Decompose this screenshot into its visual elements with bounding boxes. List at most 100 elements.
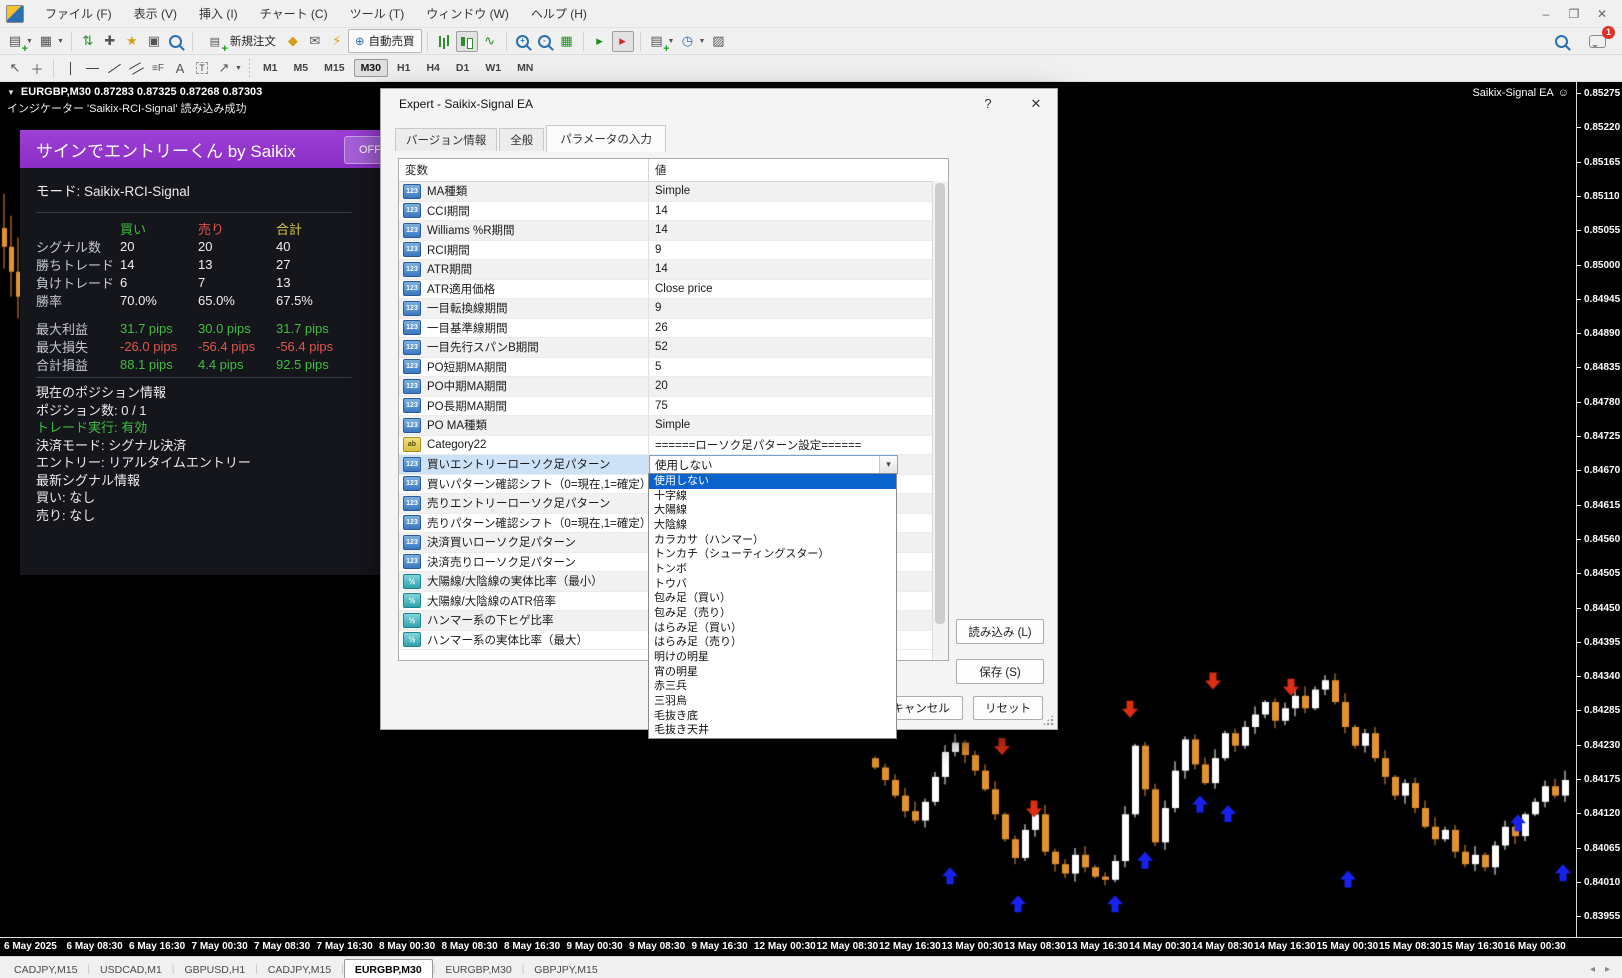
search-icon[interactable] [1551,32,1571,51]
text-tool-icon[interactable]: A [170,59,190,78]
arrows-tool-icon[interactable]: ↗ [214,59,234,78]
parameter-name-cell[interactable]: 123PO MA種類 [399,416,649,435]
timeframe-button-d1[interactable]: D1 [449,59,476,77]
parameter-row[interactable]: 123MA種類Simple [399,182,948,202]
parameter-row[interactable]: 123PO長期MA期間75 [399,397,948,417]
cursor-tool-icon[interactable]: ↖ [5,59,25,78]
candlestick-chart-icon[interactable] [456,31,478,52]
parameter-value-cell[interactable]: 9 [649,241,948,260]
dialog-close-button[interactable]: ✕ [1025,96,1047,112]
chart-shift-icon[interactable]: ▸ [612,31,634,52]
time-axis[interactable]: 6 May 20256 May 08:306 May 16:307 May 00… [0,938,1622,956]
dialog-help-button[interactable]: ? [977,96,999,111]
parameter-name-cell[interactable]: 123PO長期MA期間 [399,397,649,416]
scrollbar-thumb[interactable] [935,183,945,624]
parameter-name-cell[interactable]: abCategory22 [399,436,649,455]
minimize-button[interactable]: – [1532,5,1560,23]
metaeditor-icon[interactable]: ◆ [283,32,303,51]
timeframe-button-m1[interactable]: M1 [256,59,285,77]
dropdown-item[interactable]: 明けの明星 [649,650,896,665]
parameter-row[interactable]: 123ATR期間14 [399,260,948,280]
profiles-icon[interactable]: ▦ [36,32,56,51]
menu-item[interactable]: ツール (T) [339,1,416,26]
market-watch-icon[interactable]: ⇅ [78,32,98,51]
dropdown-item[interactable]: 三羽烏 [649,694,896,709]
dropdown-item[interactable]: 大陽線 [649,503,896,518]
parameter-value-cell[interactable]: 14 [649,202,948,221]
line-chart-icon[interactable]: ∿ [480,32,500,51]
dropdown-item[interactable]: カラカサ（ハンマー） [649,533,896,548]
trendline-tool-icon[interactable] [104,59,124,78]
parameter-name-cell[interactable]: 123一目先行スパンB期間 [399,338,649,357]
crosshair-tool-icon[interactable]: ＋ [27,59,47,78]
signals-icon[interactable]: ⚡ [327,32,347,51]
parameter-value-cell[interactable]: 20 [649,377,948,396]
parameter-value-cell[interactable]: Close price [649,280,948,299]
dropdown-item[interactable]: 毛抜き天井 [649,723,896,738]
chart-tab-gbpusd-h1[interactable]: GBPUSD,H1 [174,960,255,978]
ea-smiley-icon[interactable]: ☺ [1558,87,1569,99]
dropdown-item[interactable]: 使用しない [649,474,896,489]
panel-off-button[interactable]: OFF [344,136,380,164]
arrows-caret-icon[interactable]: ▼ [235,65,242,72]
parameter-name-cell[interactable]: 123CCI期間 [399,202,649,221]
parameter-value-cell[interactable]: 14 [649,221,948,240]
parameter-row[interactable]: 123一目基準線期間26 [399,319,948,339]
auto-scroll-icon[interactable]: ▸ [590,32,610,51]
dropdown-item[interactable]: 包み足（買い） [649,591,896,606]
autotrading-button[interactable]: ⊕ 自動売買 [348,29,422,53]
close-button[interactable]: ✕ [1588,5,1616,23]
chart-tab-eurgbp-m30[interactable]: EURGBP,M30 [435,960,521,978]
chart-tab-gbpjpy-m15[interactable]: GBPJPY,M15 [524,960,607,978]
parameter-row[interactable]: 123ATR適用価格Close price [399,280,948,300]
dropdown-item[interactable]: 十字線 [649,489,896,504]
parameter-name-cell[interactable]: 123買いパターン確認シフト（0=現在,1=確定） [399,475,649,494]
parameter-row[interactable]: 123買いエントリーローソク足パターン使用しない [399,455,948,475]
parameter-row[interactable]: abCategory22======ローソク足パターン設定====== [399,436,948,456]
fibonacci-tool-icon[interactable]: ≡F [148,59,168,78]
dropdown-item[interactable]: 包み足（売り） [649,606,896,621]
chevron-down-icon[interactable] [879,456,897,473]
navigator-icon[interactable]: ★ [122,32,142,51]
parameter-name-cell[interactable]: 123PO中期MA期間 [399,377,649,396]
column-header-variable[interactable]: 変数 [399,159,649,181]
timeframe-button-m15[interactable]: M15 [317,59,351,77]
parameter-row[interactable]: 123Williams %R期間14 [399,221,948,241]
new-order-button[interactable]: ▤ 新規注文 [198,31,282,52]
dropdown-item[interactable]: 宵の明星 [649,665,896,680]
dialog-title-bar[interactable]: Expert - Saikix-Signal EA [381,89,1057,119]
tab-scroll-right-icon[interactable]: ▸ [1605,964,1610,975]
periods-clock-icon[interactable]: ◷ [677,32,697,51]
parameter-row[interactable]: 123PO MA種類Simple [399,416,948,436]
chart-tab-cadjpy-m15[interactable]: CADJPY,M15 [258,960,341,978]
dialog-tab-0[interactable]: バージョン情報 [395,128,497,151]
table-scrollbar[interactable] [932,181,948,660]
parameter-name-cell[interactable]: 123ATR適用価格 [399,280,649,299]
parameter-name-cell[interactable]: ½大陽線/大陰線の実体比率（最小） [399,572,649,591]
parameter-name-cell[interactable]: 123売りパターン確認シフト（0=現在,1=確定） [399,514,649,533]
parameter-row[interactable]: 123RCI期間9 [399,241,948,261]
data-window-icon[interactable]: ✚ [100,32,120,51]
parameter-row[interactable]: 123一目先行スパンB期間52 [399,338,948,358]
tile-windows-icon[interactable]: ▦ [557,32,577,51]
parameter-value-cell[interactable]: Simple [649,182,948,201]
strategy-tester-icon[interactable] [166,32,186,51]
new-chart-icon[interactable]: ▤ [5,32,25,51]
price-axis[interactable]: 0.852750.852200.851650.851100.850550.850… [1576,82,1622,937]
parameter-value-cell[interactable]: ======ローソク足パターン設定====== [649,436,948,455]
dropdown-item[interactable]: トウバ [649,577,896,592]
dialog-tab-1[interactable]: 全般 [499,128,544,151]
parameter-value-cell[interactable]: Simple [649,416,948,435]
parameter-name-cell[interactable]: 123売りエントリーローソク足パターン [399,494,649,513]
parameter-name-cell[interactable]: 123PO短期MA期間 [399,358,649,377]
dropdown-item[interactable]: 大陰線 [649,518,896,533]
timeframe-button-h1[interactable]: H1 [390,59,417,77]
parameter-row[interactable]: 123CCI期間14 [399,202,948,222]
parameter-name-cell[interactable]: 123ATR期間 [399,260,649,279]
menu-item[interactable]: ファイル (F) [34,1,123,26]
label-tool-icon[interactable]: T [192,59,212,78]
parameter-value-cell[interactable]: 75 [649,397,948,416]
profiles-caret-icon[interactable]: ▼ [57,38,64,45]
parameter-name-cell[interactable]: 123RCI期間 [399,241,649,260]
save-button[interactable]: 保存 (S) [956,659,1044,684]
